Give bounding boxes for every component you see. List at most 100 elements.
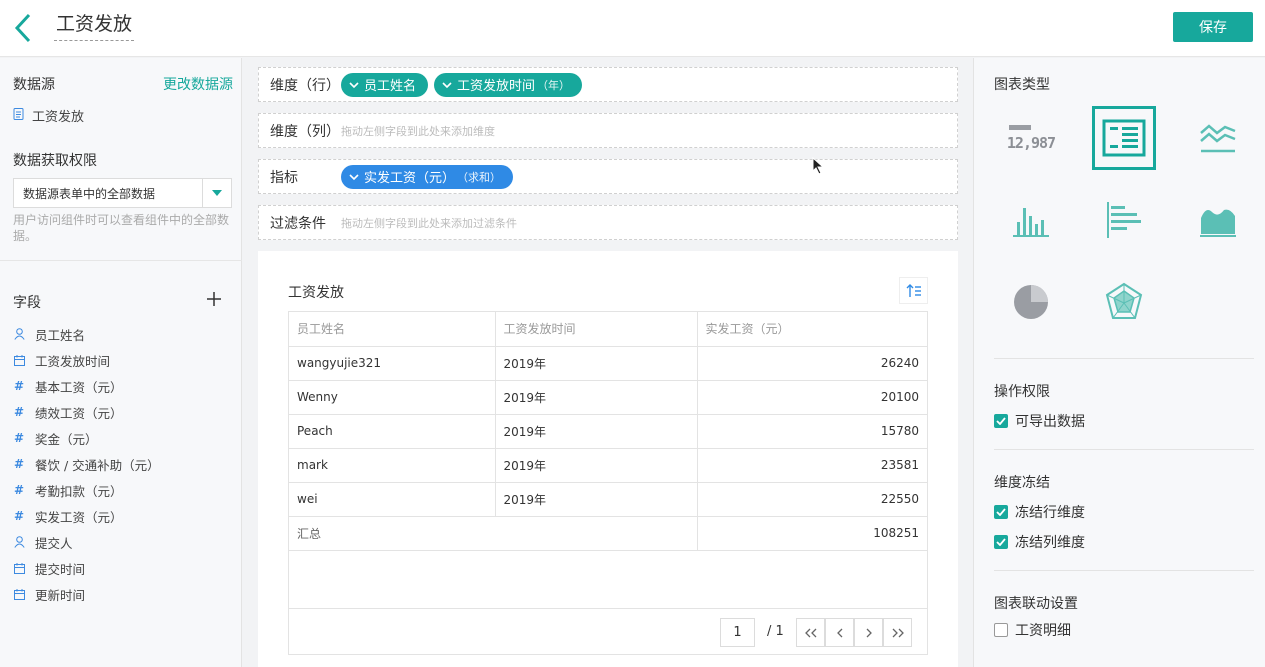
fields-title: 字段	[13, 295, 41, 311]
radar-chart-icon[interactable]	[1092, 270, 1156, 334]
metric-pill-sub: （求和）	[457, 170, 502, 184]
field-item[interactable]: # 奖金（元）	[13, 425, 235, 451]
field-item[interactable]: # 考勤扣款（元）	[13, 477, 235, 503]
hash-icon: #	[13, 483, 25, 497]
row-pill-sub: （年）	[537, 78, 571, 92]
field-item[interactable]: # 绩效工资（元）	[13, 399, 235, 425]
checkbox-checked-icon[interactable]	[994, 414, 1008, 428]
salary-detail-checkbox[interactable]: 工资明细	[994, 620, 1071, 640]
column-header[interactable]: 员工姓名	[289, 312, 496, 347]
table-cell: wangyujie321	[289, 346, 496, 381]
checkbox-checked-icon[interactable]	[994, 535, 1008, 549]
freeze-column-checkbox[interactable]: 冻结列维度	[994, 532, 1085, 552]
chart-link-title: 图表联动设置	[994, 596, 1078, 612]
field-item[interactable]: 提交人	[13, 529, 235, 555]
field-item[interactable]: # 餐饮 / 交通补助（元）	[13, 451, 235, 477]
row-pill-employee-name[interactable]: 员工姓名	[341, 72, 429, 97]
change-datasource-link[interactable]: 更改数据源	[163, 74, 233, 94]
table-header-row: 员工姓名 工资发放时间 实发工资（元）	[289, 312, 927, 347]
page-title[interactable]: 工资发放	[54, 12, 135, 41]
pagination: 1 / 1	[289, 608, 927, 654]
horizontal-bar-chart-icon[interactable]	[1092, 188, 1156, 252]
field-item[interactable]: 员工姓名	[13, 321, 235, 347]
divider	[994, 358, 1254, 359]
export-data-checkbox[interactable]: 可导出数据	[994, 411, 1085, 431]
row-pill-label: 员工姓名	[364, 79, 417, 94]
table-cell: Wenny	[289, 380, 496, 415]
calendar-icon	[13, 588, 25, 600]
caret-down-icon[interactable]	[202, 179, 231, 207]
field-item[interactable]: # 基本工资（元）	[13, 373, 235, 399]
column-header[interactable]: 实发工资（元）	[697, 312, 927, 347]
field-item[interactable]: 提交时间	[13, 555, 235, 581]
document-icon	[13, 107, 24, 124]
filter-zone[interactable]: 过滤条件 拖动左侧字段到此处来添加过滤条件	[258, 205, 958, 240]
column-dimension-zone[interactable]: 维度（列） 拖动左侧字段到此处来添加维度	[258, 113, 958, 148]
datasource-item-label: 工资发放	[32, 110, 85, 125]
area-chart-icon[interactable]	[1186, 188, 1250, 252]
checkbox-unchecked-icon[interactable]	[994, 623, 1008, 637]
table-cell: 26240	[697, 346, 927, 381]
chart-type-title: 图表类型	[994, 77, 1050, 93]
field-item-label: 提交人	[35, 535, 73, 551]
hash-icon: #	[13, 509, 25, 523]
column-dimension-hint: 拖动左侧字段到此处来添加维度	[341, 124, 495, 138]
checkbox-checked-icon[interactable]	[994, 505, 1008, 519]
table-chart-icon[interactable]	[1092, 106, 1156, 170]
field-item[interactable]: 更新时间	[13, 581, 235, 607]
row-pill-pay-time[interactable]: 工资发放时间 （年）	[434, 72, 583, 97]
save-button[interactable]: 保存	[1173, 12, 1253, 42]
last-page-icon[interactable]	[883, 618, 912, 647]
back-icon[interactable]	[12, 13, 36, 43]
filter-label: 过滤条件	[270, 215, 326, 232]
hash-icon: #	[13, 379, 25, 393]
divider	[0, 260, 242, 261]
divider	[994, 449, 1254, 450]
field-item[interactable]: 工资发放时间	[13, 347, 235, 373]
data-table: 员工姓名 工资发放时间 实发工资（元） wangyujie321 2019年 262…	[288, 311, 928, 655]
table-cell: 2019年	[495, 380, 698, 415]
line-chart-icon[interactable]	[1186, 106, 1250, 170]
table-cell: 2019年	[495, 482, 698, 517]
metric-zone[interactable]: 指标 实发工资（元） （求和）	[258, 159, 958, 194]
number-card-chart-icon[interactable]: 12,987	[999, 106, 1063, 170]
total-label: 汇总	[289, 516, 698, 551]
sort-icon[interactable]	[899, 277, 928, 304]
field-item-label: 餐饮 / 交通补助（元）	[35, 457, 160, 473]
datasource-item[interactable]: 工资发放	[13, 106, 84, 125]
field-item-label: 更新时间	[35, 587, 86, 603]
column-header[interactable]: 工资发放时间	[495, 312, 698, 347]
field-item-label: 考勤扣款（元）	[35, 483, 123, 499]
page-input[interactable]: 1	[720, 618, 755, 647]
freeze-row-checkbox[interactable]: 冻结行维度	[994, 502, 1085, 522]
pie-chart-icon[interactable]	[999, 270, 1063, 334]
datasource-title: 数据源	[13, 77, 55, 93]
table-cell: 23581	[697, 448, 927, 483]
chevron-down-icon	[442, 81, 452, 88]
row-dimension-zone[interactable]: 维度（行） 员工姓名 工资发放时间 （年）	[258, 67, 958, 102]
permission-select[interactable]: 数据源表单中的全部数据	[13, 178, 232, 208]
divider	[994, 570, 1254, 571]
prev-page-icon[interactable]	[825, 618, 854, 647]
row-pill-label: 工资发放时间	[457, 79, 536, 94]
first-page-icon[interactable]	[796, 618, 825, 647]
field-item[interactable]: # 实发工资（元）	[13, 503, 235, 529]
table-cell: mark	[289, 448, 496, 483]
hash-icon: #	[13, 431, 25, 445]
add-field-icon[interactable]	[206, 291, 222, 307]
bar-chart-icon[interactable]	[999, 188, 1063, 252]
table-title: 工资发放	[288, 285, 344, 301]
calendar-icon	[13, 562, 25, 574]
field-list: 员工姓名 工资发放时间 # 基本工资（元） # 绩效工资（元） # 奖金（元） # 餐饮 / 交通…	[13, 321, 235, 607]
person-icon	[13, 328, 25, 340]
number-card-value: 12,987	[1006, 133, 1056, 152]
field-item-label: 工资发放时间	[35, 353, 111, 369]
freeze-row-label: 冻结行维度	[1015, 505, 1085, 521]
table-row: wei 2019年 22550	[289, 482, 927, 517]
field-item-label: 绩效工资（元）	[35, 405, 123, 421]
metric-pill-net-pay[interactable]: 实发工资（元） （求和）	[341, 164, 514, 189]
export-data-label: 可导出数据	[1015, 414, 1085, 430]
next-page-icon[interactable]	[854, 618, 883, 647]
chevron-down-icon	[349, 81, 359, 88]
field-item-label: 提交时间	[35, 561, 86, 577]
